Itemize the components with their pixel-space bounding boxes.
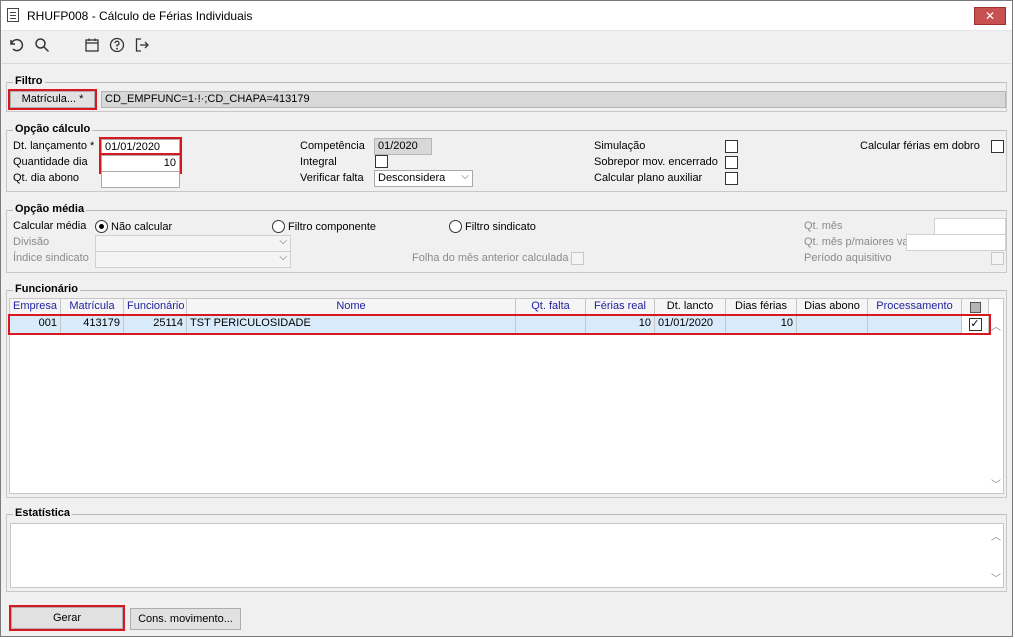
col-dias-abono[interactable]: Dias abono xyxy=(797,299,868,315)
cell-dias-abono xyxy=(797,316,868,333)
calcular-media-label: Calcular média xyxy=(13,220,87,232)
radio-filtro-sindicato[interactable] xyxy=(449,220,462,233)
indice-sindicato-select[interactable]: ⌵ xyxy=(95,251,291,268)
table-row[interactable]: 001 413179 25114 TST PERICULOSIDADE 10 0… xyxy=(8,314,991,335)
filter-expression-field[interactable]: CD_EMPFUNC=1·!·;CD_CHAPA=413179 xyxy=(101,91,1006,108)
cell-dt-lancto: 01/01/2020 xyxy=(655,316,726,333)
col-processamento[interactable]: Processamento xyxy=(868,299,962,315)
exit-icon[interactable] xyxy=(133,37,151,55)
ferias-dobro-checkbox[interactable] xyxy=(991,140,1004,153)
verificar-falta-select[interactable]: Desconsidera ⌵ xyxy=(374,170,473,187)
filtro-label: Filtro xyxy=(13,75,45,87)
cell-matricula: 413179 xyxy=(61,316,124,333)
simulacao-label: Simulação xyxy=(594,140,646,152)
qt-mes-maiores-input[interactable] xyxy=(906,234,1006,251)
plano-auxiliar-checkbox[interactable] xyxy=(725,172,738,185)
col-empresa[interactable]: Empresa xyxy=(10,299,61,315)
qt-mes-label: Qt. mês xyxy=(804,220,843,232)
undo-icon[interactable] xyxy=(7,37,25,55)
row-checkbox[interactable]: ✓ xyxy=(968,318,982,331)
toolbar-divider xyxy=(2,63,1011,64)
radio-filtro-componente-label: Filtro componente xyxy=(288,221,377,233)
estatistica-label: Estatística xyxy=(13,507,73,519)
folha-mes-anterior-label: Folha do mês anterior calculada xyxy=(412,252,569,264)
col-dt-lancto[interactable]: Dt. lancto xyxy=(655,299,726,315)
col-ferias-real[interactable]: Férias real xyxy=(586,299,655,315)
divisao-label: Divisão xyxy=(13,236,50,248)
folha-mes-anterior-checkbox[interactable] xyxy=(571,252,584,265)
opcao-calculo-label: Opção cálculo xyxy=(13,123,93,135)
opcao-media-label: Opção média xyxy=(13,203,87,215)
col-matricula[interactable]: Matrícula xyxy=(61,299,124,315)
periodo-aquisitivo-checkbox[interactable] xyxy=(991,252,1004,265)
title-bar: RHUFP008 - Cálculo de Férias Individuais… xyxy=(1,1,1012,31)
chevron-down-icon: ⌵ xyxy=(279,252,287,263)
matricula-button[interactable]: Matrícula... * xyxy=(8,89,97,110)
cell-dias-ferias: 10 xyxy=(726,316,797,333)
quantidade-dia-input[interactable]: 10 xyxy=(99,153,182,174)
funcionario-grid[interactable]: Empresa Matrícula Funcionário Nome Qt. f… xyxy=(8,298,1004,494)
select-all-box[interactable] xyxy=(969,302,981,313)
toolbar xyxy=(1,31,1012,61)
plano-auxiliar-label: Calcular plano auxiliar xyxy=(594,172,703,184)
search-icon[interactable] xyxy=(33,37,51,55)
simulacao-checkbox[interactable] xyxy=(725,140,738,153)
radio-nao-calcular-label: Não calcular xyxy=(111,221,173,233)
cons-movimento-button[interactable]: Cons. movimento... xyxy=(130,608,241,630)
main-window: RHUFP008 - Cálculo de Férias Individuais… xyxy=(0,0,1013,637)
cell-processamento xyxy=(868,316,962,333)
competencia-label: Competência xyxy=(300,140,365,152)
qt-dia-abono-label: Qt. dia abono xyxy=(13,172,80,184)
integral-label: Integral xyxy=(300,156,337,168)
close-button[interactable]: ✕ xyxy=(974,7,1006,25)
gerar-button[interactable]: Gerar xyxy=(9,605,125,631)
sobrepor-checkbox[interactable] xyxy=(725,156,738,169)
radio-filtro-componente[interactable] xyxy=(272,220,285,233)
col-dias-ferias[interactable]: Dias férias xyxy=(726,299,797,315)
qt-dia-abono-input[interactable] xyxy=(101,171,180,188)
cell-select[interactable]: ✓ xyxy=(962,316,989,333)
scroll-down-icon[interactable]: ﹀ xyxy=(989,476,1003,491)
sobrepor-label: Sobrepor mov. encerrado xyxy=(594,156,718,168)
indice-sindicato-label: Índice sindicato xyxy=(13,252,89,264)
verificar-falta-value: Desconsidera xyxy=(378,172,446,184)
window-title: RHUFP008 - Cálculo de Férias Individuais xyxy=(27,9,253,23)
chevron-down-icon: ⌵ xyxy=(279,236,287,247)
grid-header: Empresa Matrícula Funcionário Nome Qt. f… xyxy=(10,299,989,315)
qt-mes-input[interactable] xyxy=(934,218,1006,235)
verificar-falta-label: Verificar falta xyxy=(300,172,364,184)
radio-nao-calcular[interactable] xyxy=(95,220,108,233)
document-icon xyxy=(7,8,19,22)
competencia-field[interactable]: 01/2020 xyxy=(374,138,432,155)
periodo-aquisitivo-label: Período aquisitivo xyxy=(804,252,892,264)
col-qt-falta[interactable]: Qt. falta xyxy=(516,299,586,315)
cell-qt-falta xyxy=(516,316,586,333)
dt-lancamento-label: Dt. lançamento * xyxy=(13,140,95,152)
scroll-up-icon[interactable]: ︿ xyxy=(989,528,1003,543)
integral-checkbox[interactable] xyxy=(375,155,388,168)
cell-nome: TST PERICULOSIDADE xyxy=(187,316,516,333)
radio-filtro-sindicato-label: Filtro sindicato xyxy=(465,221,536,233)
cell-empresa: 001 xyxy=(10,316,61,333)
scroll-up-icon[interactable]: ︿ xyxy=(989,318,1003,333)
quantidade-dia-label: Quantidade dia xyxy=(13,156,88,168)
calendar-icon[interactable] xyxy=(83,37,101,55)
col-select-all[interactable] xyxy=(962,299,989,315)
estatistica-textarea[interactable]: ︿ ﹀ xyxy=(10,523,1004,588)
cell-funcionario: 25114 xyxy=(124,316,187,333)
divisao-select[interactable]: ⌵ xyxy=(95,235,291,252)
scroll-down-icon[interactable]: ﹀ xyxy=(989,570,1003,585)
col-funcionario[interactable]: Funcionário xyxy=(124,299,187,315)
col-nome[interactable]: Nome xyxy=(187,299,516,315)
cell-ferias-real: 10 xyxy=(586,316,655,333)
dt-lancamento-input[interactable]: 01/01/2020 xyxy=(99,137,182,158)
chevron-down-icon: ⌵ xyxy=(461,171,469,182)
funcionario-label: Funcionário xyxy=(13,283,80,295)
help-icon[interactable] xyxy=(108,37,126,55)
ferias-dobro-label: Calcular férias em dobro xyxy=(860,140,980,152)
